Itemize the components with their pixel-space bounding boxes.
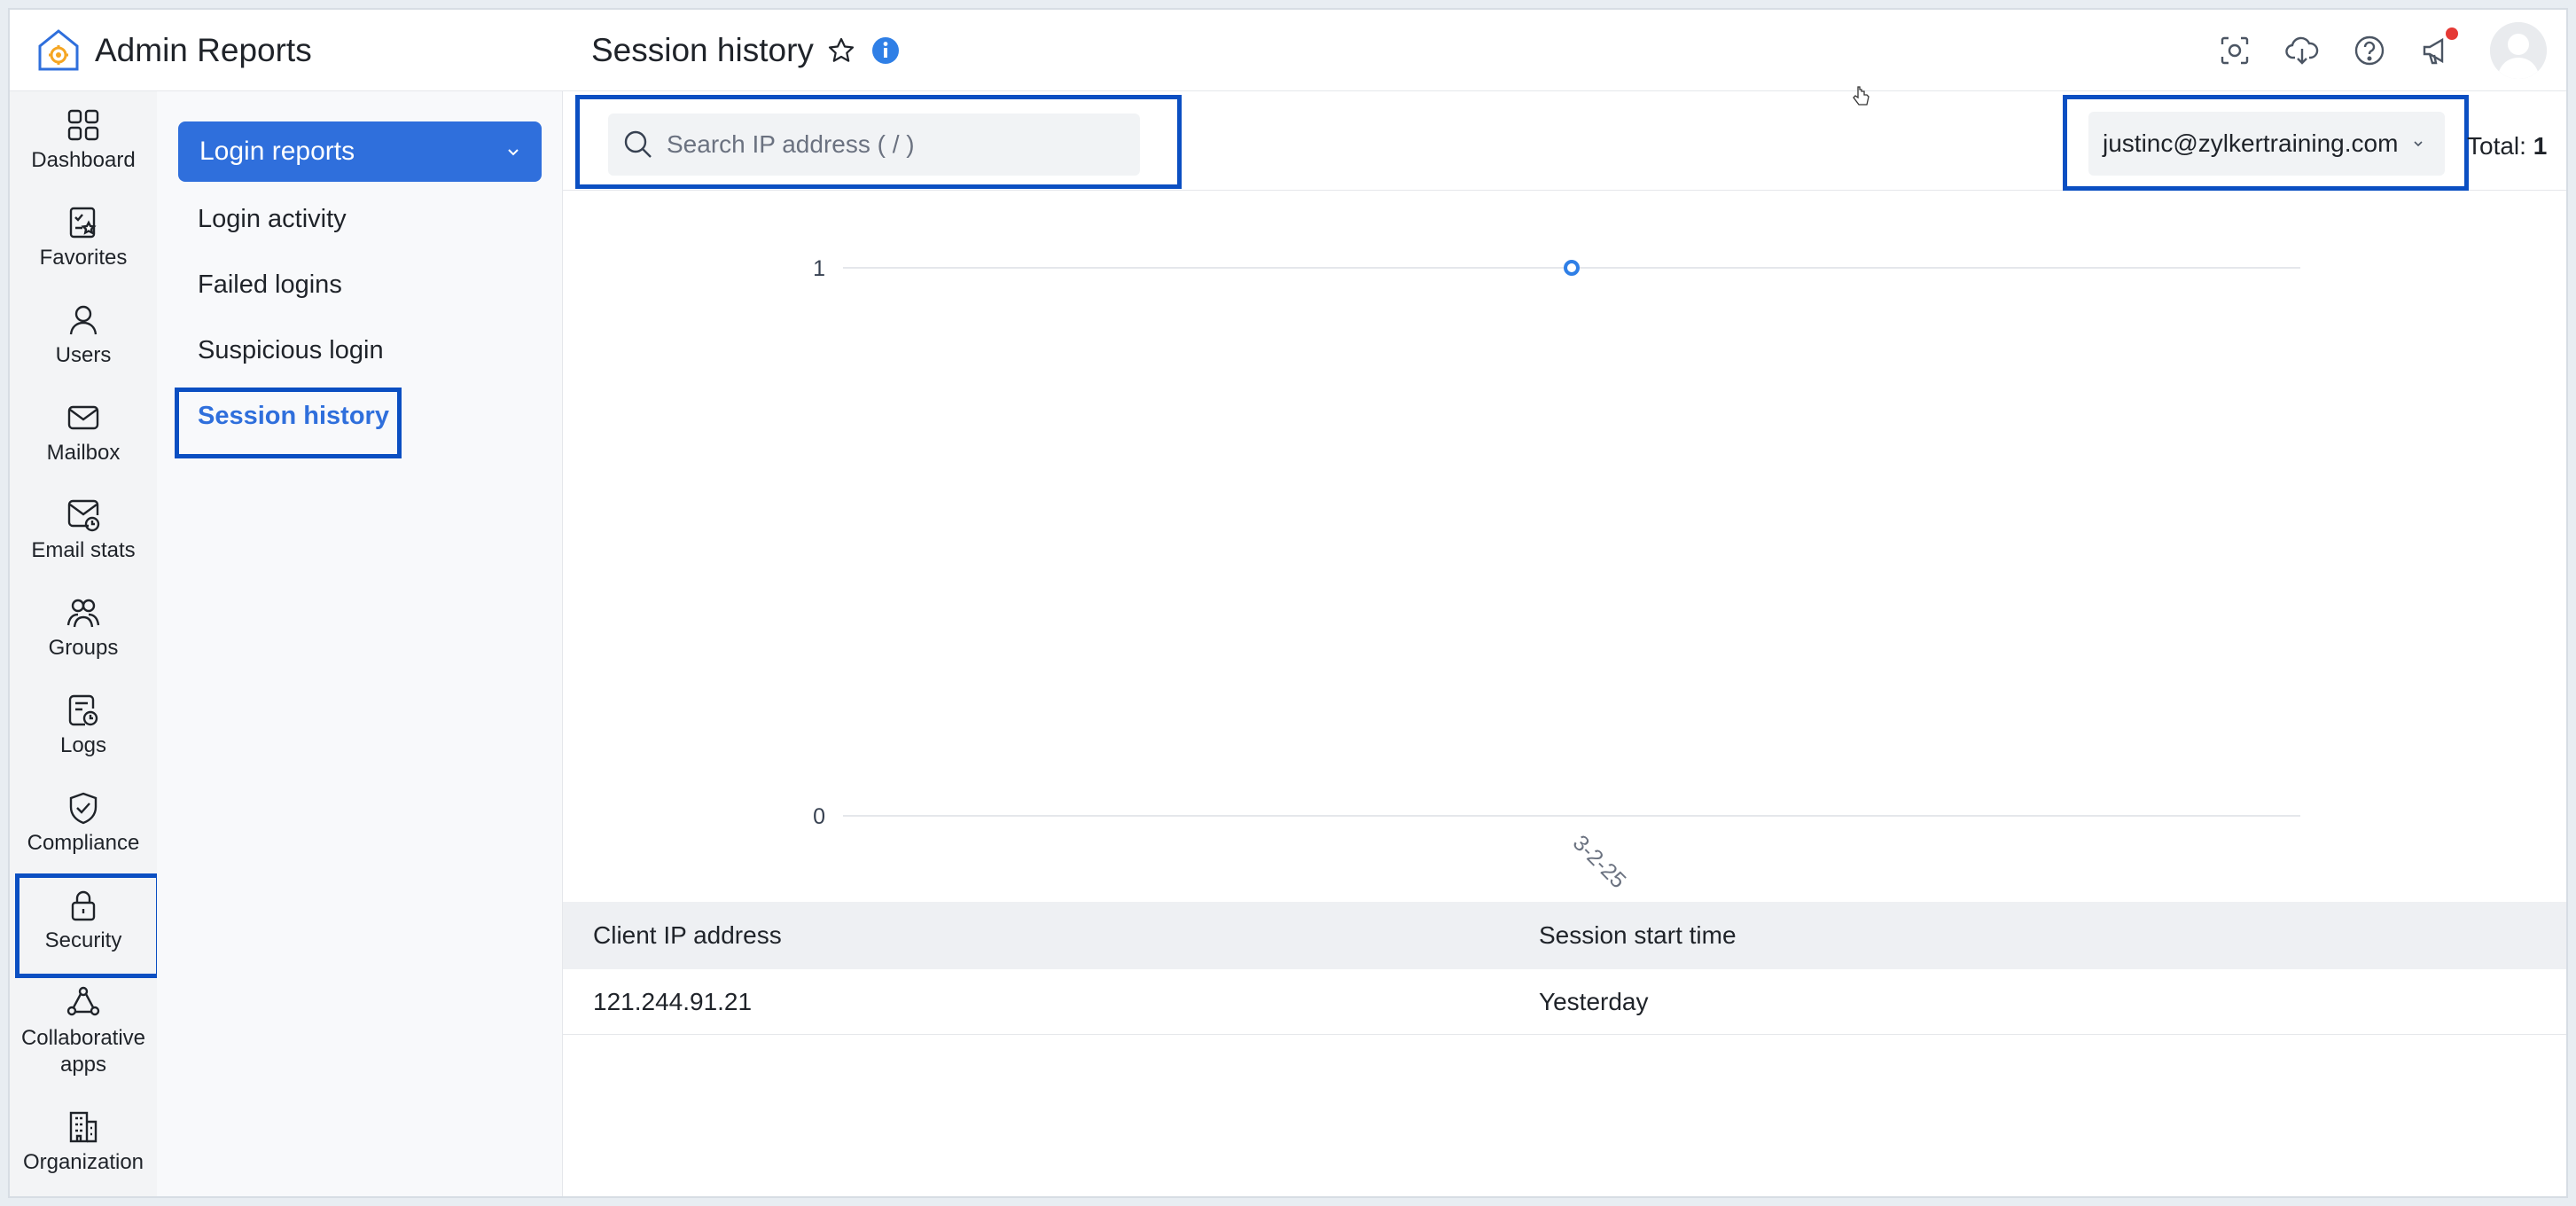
rail-item-label: Favorites <box>39 246 128 270</box>
column-header-session-start[interactable]: Session start time <box>1539 921 1737 950</box>
rail-item-label: Groups <box>48 636 119 660</box>
dashboard-icon <box>67 109 99 141</box>
lock-icon <box>71 890 96 921</box>
rail-item-label: Collaborative apps <box>20 1026 146 1077</box>
rail-item-label: Mailbox <box>46 441 121 465</box>
cell-client-ip: 121.244.91.21 <box>593 987 753 1015</box>
cell-session-start: Yesterday <box>1539 987 1649 1015</box>
data-point <box>1564 260 1580 276</box>
search-icon <box>624 130 652 158</box>
y-tick-label: 0 <box>813 804 825 829</box>
rail-item-label: Users <box>55 343 112 367</box>
total-label: Total: <box>2467 132 2526 160</box>
rail-item-groups[interactable]: Groups <box>10 579 157 677</box>
rail-item-label: Dashboard <box>31 148 136 172</box>
total-value: 1 <box>2533 132 2548 160</box>
email-stats-icon <box>67 499 100 532</box>
submenu-item-suspicious-login[interactable]: Suspicious login <box>198 336 384 365</box>
submenu-item-login-activity[interactable]: Login activity <box>198 205 347 234</box>
page-header: Session history <box>563 10 2566 91</box>
submenu-item-failed-logins[interactable]: Failed logins <box>198 270 342 300</box>
filter-toolbar: justinc@zylkertraining.com Total: 1 <box>563 91 2566 191</box>
session-table: Client IP address Session start time 121… <box>563 902 2566 1035</box>
left-rail: Dashboard Favorites Users Mailbox Email … <box>10 10 160 1196</box>
rail-item-dashboard[interactable]: Dashboard <box>10 91 157 189</box>
collaborative-icon <box>66 986 100 1016</box>
user-select-value: justinc@zylkertraining.com <box>2103 129 2399 157</box>
announcements-button[interactable] <box>2419 27 2458 68</box>
rail-item-email-stats[interactable]: Email stats <box>10 482 157 579</box>
mouse-pointer-icon <box>1853 86 1870 106</box>
rail-item-favorites[interactable]: Favorites <box>10 189 157 286</box>
rail-item-label: Security <box>44 928 122 952</box>
cloud-download-icon[interactable] <box>2284 33 2320 68</box>
search-box[interactable] <box>608 114 1140 176</box>
rail-item-users[interactable]: Users <box>10 286 157 384</box>
star-icon[interactable] <box>826 35 856 66</box>
app-title: Admin Reports <box>95 31 312 68</box>
submenu-panel: Login reports Login activity Failed logi… <box>157 91 563 1196</box>
user-icon <box>69 305 98 335</box>
main-content: Session history Search IP address (/) … <box>563 10 2566 1196</box>
column-header-client-ip[interactable]: Client IP address <box>563 921 1539 950</box>
user-select-dropdown[interactable]: justinc@zylkertraining.com <box>2088 112 2445 176</box>
rail-item-mailbox[interactable]: Mailbox <box>10 384 157 482</box>
rail-item-label: Compliance <box>27 831 140 855</box>
session-chart: 0 1 3-2-25 <box>765 256 2378 909</box>
x-tick-label: 3-2-25 <box>1568 830 1631 893</box>
logs-icon <box>68 694 98 726</box>
mail-icon <box>67 405 99 430</box>
shield-icon <box>69 792 98 825</box>
rail-item-label: Email stats <box>31 538 136 562</box>
rail-item-label: Logs <box>59 733 107 757</box>
help-icon[interactable] <box>2352 33 2387 68</box>
app-header: Admin Reports <box>10 10 563 91</box>
notification-dot <box>2446 27 2458 40</box>
rail-item-logs[interactable]: Logs <box>10 677 157 774</box>
total-count: Total: 1 <box>2467 132 2547 161</box>
submenu-header-login-reports[interactable]: Login reports <box>178 121 542 182</box>
table-header-row: Client IP address Session start time <box>563 902 2566 969</box>
admin-reports-logo-icon <box>38 28 79 70</box>
rail-item-security[interactable]: Security <box>10 872 160 978</box>
info-icon[interactable] <box>870 35 901 66</box>
page-title: Session history <box>591 31 814 68</box>
table-row[interactable]: 121.244.91.21 Yesterday <box>563 969 2566 1035</box>
submenu-item-session-history[interactable]: Session history <box>175 388 402 458</box>
avatar[interactable] <box>2490 22 2547 79</box>
submenu-header-label: Login reports <box>199 137 355 166</box>
building-icon <box>69 1111 98 1143</box>
rail-item-collaborative-apps[interactable]: Collaborative apps <box>10 969 157 1093</box>
groups-icon <box>66 599 100 628</box>
search-input[interactable] <box>667 130 1128 159</box>
avatar-placeholder-icon <box>2490 22 2547 79</box>
search-highlight <box>575 95 1182 189</box>
chevron-down-icon <box>508 149 519 156</box>
user-filter-highlight: justinc@zylkertraining.com <box>2063 95 2469 191</box>
chevron-down-icon <box>2414 141 2423 147</box>
screenshot-icon[interactable] <box>2217 33 2252 68</box>
y-tick-label: 1 <box>813 256 825 281</box>
favorites-icon <box>69 207 97 239</box>
rail-item-organization[interactable]: Organization <box>10 1093 157 1191</box>
rail-item-compliance[interactable]: Compliance <box>10 774 157 872</box>
app-window: Admin Reports Dashboard Favorites Users … <box>8 8 2568 1198</box>
rail-item-label: Organization <box>22 1150 144 1174</box>
